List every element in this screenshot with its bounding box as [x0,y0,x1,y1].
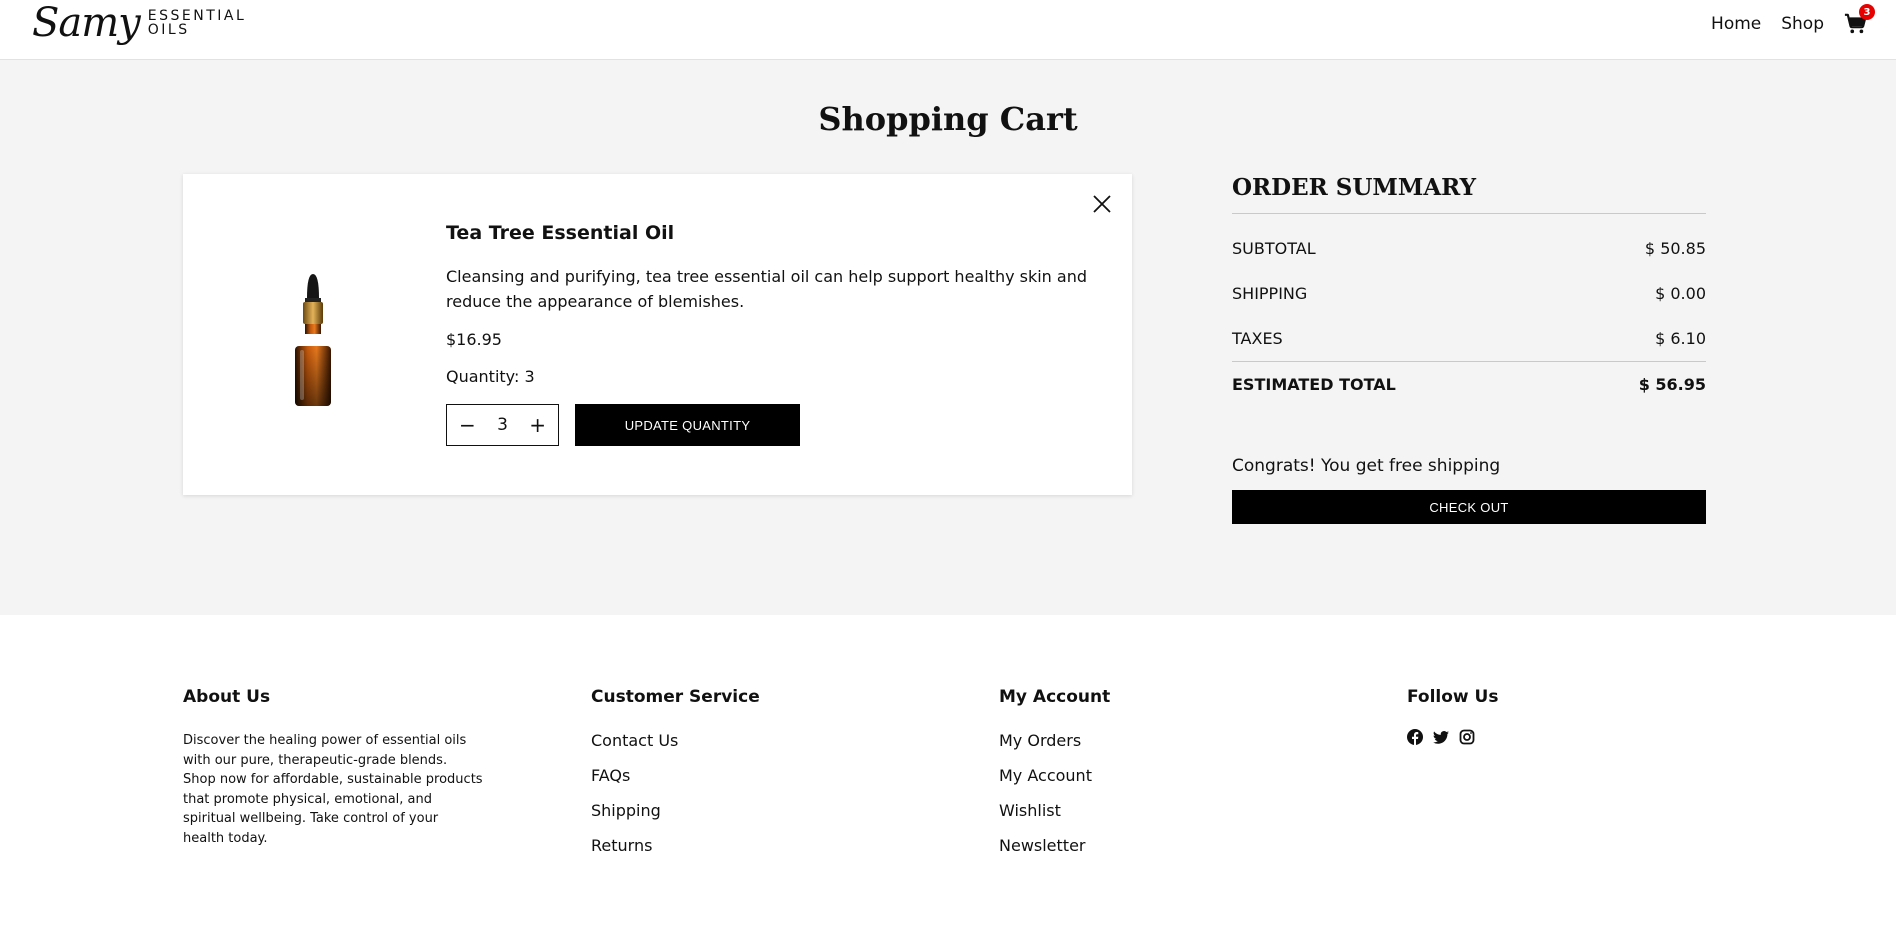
footer-follow-us: Follow Us [1407,687,1498,745]
social-links [1407,729,1498,745]
footer-link-newsletter[interactable]: Newsletter [999,828,1110,863]
free-shipping-message: Congrats! You get free shipping [1232,456,1501,476]
footer-customer-service: Customer Service Contact Us FAQs Shippin… [591,687,760,863]
decrement-button[interactable]: − [456,413,478,437]
subtotal-row: SUBTOTAL $ 50.85 [1232,226,1706,271]
product-info: Tea Tree Essential Oil Cleansing and pur… [446,222,1106,446]
cart-count-badge: 3 [1859,4,1875,20]
update-quantity-button[interactable]: UPDATE QUANTITY [575,404,800,446]
footer-my-account: My Account My Orders My Account Wishlist… [999,687,1110,863]
nav-home-link[interactable]: Home [1711,14,1761,34]
product-price: $16.95 [446,330,502,349]
twitter-icon[interactable] [1433,729,1449,745]
checkout-button[interactable]: CHECK OUT [1232,490,1706,524]
footer-link-my-account[interactable]: My Account [999,758,1110,793]
taxes-value: $ 6.10 [1655,329,1706,348]
footer-link-wishlist[interactable]: Wishlist [999,793,1110,828]
product-image[interactable] [283,274,343,414]
footer-follow-title: Follow Us [1407,687,1499,707]
subtotal-label: SUBTOTAL [1232,239,1316,258]
footer-my-account-title: My Account [999,687,1111,707]
order-summary: ORDER SUMMARY SUBTOTAL $ 50.85 SHIPPING … [1232,174,1706,524]
footer-link-returns[interactable]: Returns [591,828,760,863]
footer-link-faqs[interactable]: FAQs [591,758,760,793]
close-icon [1093,195,1111,213]
main-nav: Home Shop 3 [1691,4,1875,35]
estimated-total-label: ESTIMATED TOTAL [1232,374,1396,394]
taxes-label: TAXES [1232,329,1283,348]
quantity-controls: − 3 + UPDATE QUANTITY [446,404,1106,446]
site-header: Samy ESSENTIAL OILS Home Shop 3 [0,0,1896,60]
order-summary-title: ORDER SUMMARY [1232,174,1706,214]
remove-item-button[interactable] [1092,194,1112,214]
logo-subtitle: ESSENTIAL OILS [148,9,247,37]
footer-link-shipping[interactable]: Shipping [591,793,760,828]
footer-about: About Us Discover the healing power of e… [183,687,483,848]
site-footer: About Us Discover the healing power of e… [0,615,1896,932]
quantity-stepper: − 3 + [446,404,559,446]
footer-link-contact-us[interactable]: Contact Us [591,723,760,758]
cart-page: Shopping Cart Tea Tree Essential Oil Cle… [0,60,1896,615]
product-name[interactable]: Tea Tree Essential Oil [446,222,1106,244]
estimated-total-row: ESTIMATED TOTAL $ 56.95 [1232,361,1706,406]
footer-about-title: About Us [183,687,271,707]
footer-link-my-orders[interactable]: My Orders [999,723,1110,758]
instagram-icon[interactable] [1459,729,1475,745]
shipping-label: SHIPPING [1232,284,1308,303]
dropper-bottle-image [295,274,331,406]
shipping-value: $ 0.00 [1655,284,1706,303]
increment-button[interactable]: + [527,413,549,437]
taxes-row: TAXES $ 6.10 [1232,316,1706,361]
quantity-value[interactable]: 3 [497,415,508,435]
site-logo[interactable]: Samy ESSENTIAL OILS [32,3,246,43]
product-quantity-label: Quantity: 3 [446,367,535,386]
subtotal-value: $ 50.85 [1644,239,1706,258]
logo-line-2: OILS [147,22,190,38]
product-description: Cleansing and purifying, tea tree essent… [446,267,1088,311]
estimated-total-value: $ 56.95 [1638,374,1706,394]
footer-about-text: Discover the healing power of essential … [183,733,483,846]
footer-customer-service-title: Customer Service [591,687,760,707]
logo-script-text: Samy [32,0,141,46]
cart-item-card: Tea Tree Essential Oil Cleansing and pur… [183,174,1132,495]
page-title: Shopping Cart [818,100,1078,138]
shipping-row: SHIPPING $ 0.00 [1232,271,1706,316]
nav-shop-link[interactable]: Shop [1781,14,1824,34]
facebook-icon[interactable] [1407,729,1423,745]
cart-button[interactable]: 3 [1844,4,1875,35]
